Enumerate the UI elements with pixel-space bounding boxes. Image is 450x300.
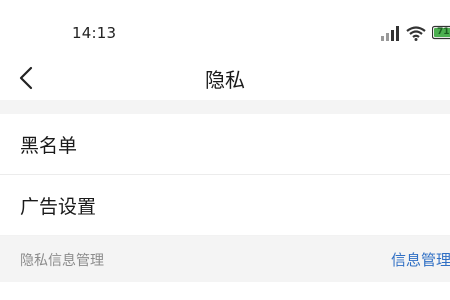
section-header: 隐私信息管理 信息管理 — [0, 236, 450, 282]
section-spacer — [0, 100, 450, 114]
battery-icon: 71 — [432, 25, 450, 41]
list-item-blacklist[interactable]: 黑名单 — [0, 114, 450, 174]
battery-level: 71 — [437, 27, 450, 37]
status-bar: 14:13 71 — [0, 0, 450, 56]
list-item-ad-settings[interactable]: 广告设置 — [0, 175, 450, 235]
status-time: 14:13 — [72, 24, 117, 42]
wifi-icon — [406, 26, 426, 41]
list-item-label: 黑名单 — [20, 135, 78, 157]
info-management-link[interactable]: 信息管理 — [391, 249, 450, 270]
list-item-partial[interactable] — [0, 282, 450, 300]
list-item-label: 广告设置 — [20, 196, 97, 218]
page-title: 隐私 — [205, 68, 245, 92]
section-title: 隐私信息管理 — [20, 253, 104, 269]
nav-bar: 隐私 — [0, 56, 450, 100]
signal-icon — [381, 26, 399, 41]
